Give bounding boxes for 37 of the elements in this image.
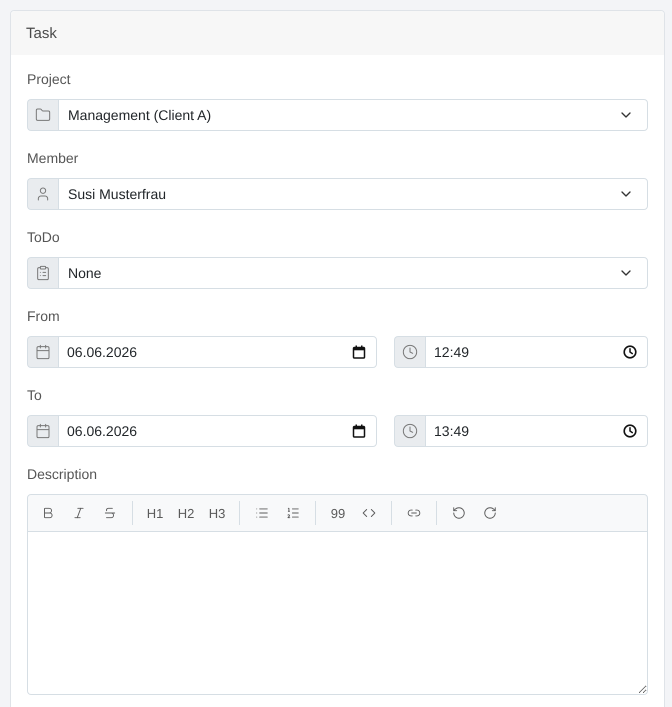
calendar-icon[interactable] [352, 345, 366, 359]
undo-icon [452, 506, 466, 520]
clock-icon[interactable] [623, 424, 637, 438]
date-input[interactable]: 06.06.2026 [58, 336, 377, 368]
heading-button[interactable]: H3 [203, 499, 231, 527]
calendar-icon [35, 423, 51, 439]
redo-icon [483, 506, 497, 520]
folder-icon [35, 107, 51, 123]
heading-button[interactable]: H2 [172, 499, 200, 527]
project-select[interactable]: Management (Client A) [58, 99, 648, 131]
italic-icon [72, 506, 86, 520]
time-input[interactable]: 12:49 [425, 336, 648, 368]
quote-button[interactable]: 99 [324, 499, 352, 527]
clock-icon [402, 344, 418, 360]
heading-button[interactable]: H1 [141, 499, 169, 527]
bold-icon [41, 506, 55, 520]
field-label: Member [27, 149, 78, 168]
user-icon [35, 186, 51, 202]
clock-icon[interactable] [623, 345, 637, 359]
field-label: Description [27, 465, 98, 484]
date-input[interactable]: 06.06.2026 [58, 415, 377, 447]
time-input[interactable]: 13:49 [425, 415, 648, 447]
field-label: From [27, 307, 60, 326]
code-icon [362, 506, 376, 520]
calendar-icon[interactable] [352, 424, 366, 438]
clipboard-icon [35, 265, 51, 281]
numbered-list-icon [286, 506, 300, 520]
strikethrough-icon [103, 506, 117, 520]
field-label: To [27, 386, 42, 405]
clock-icon [402, 423, 418, 439]
field-label: ToDo [27, 228, 60, 247]
todo-select[interactable]: None [58, 257, 648, 289]
card-title: Task [26, 24, 57, 42]
field-label: Project [27, 70, 71, 89]
description-field[interactable] [27, 532, 648, 695]
calendar-icon [35, 344, 51, 360]
member-select[interactable]: Susi Musterfrau [58, 178, 648, 210]
